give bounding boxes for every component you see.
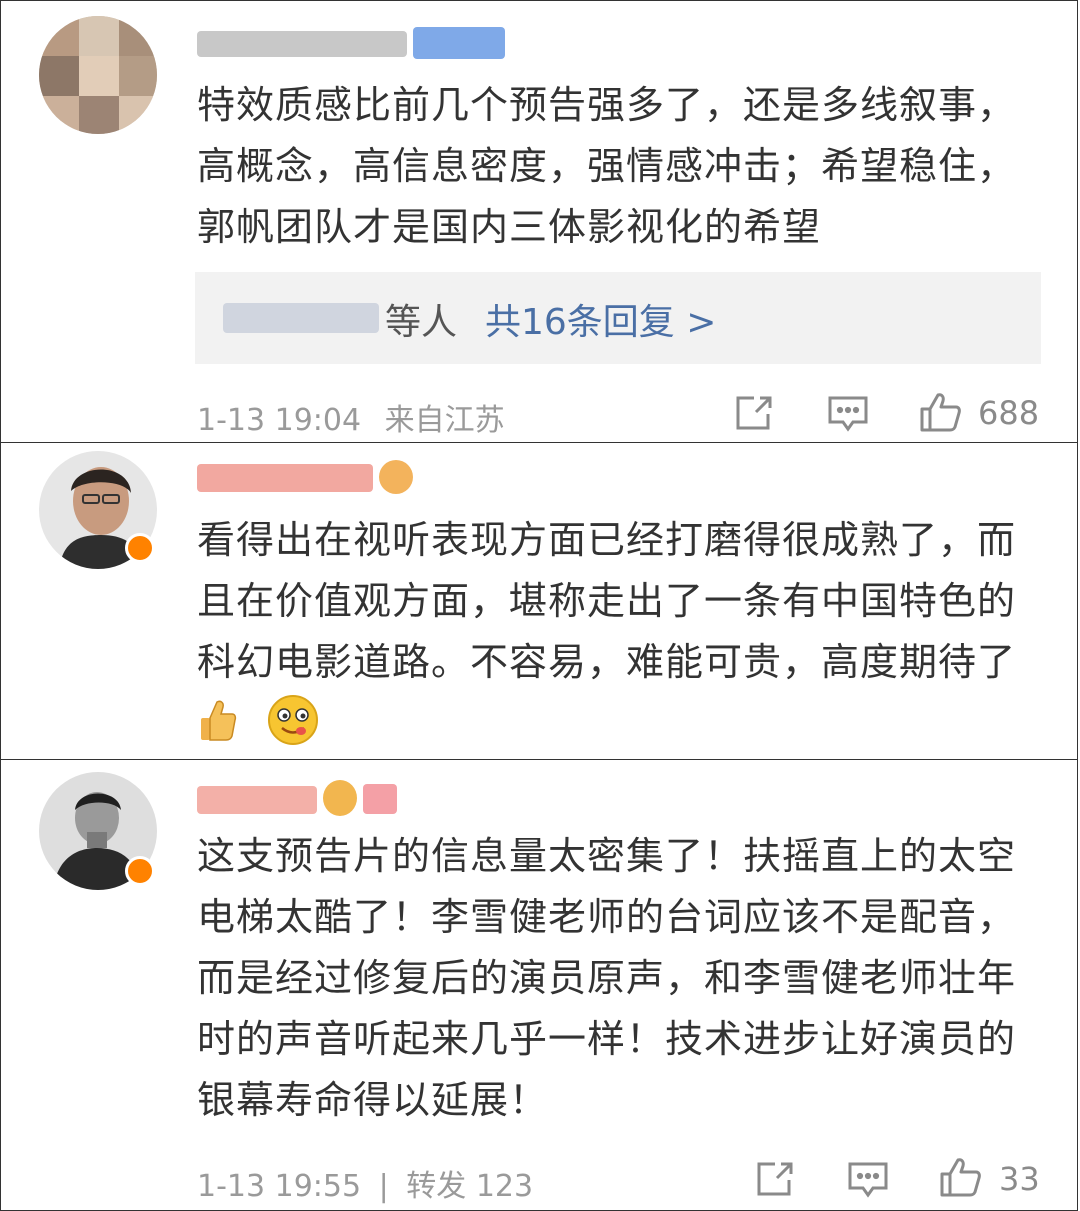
view-replies-link[interactable]: 共16条回复 > (485, 293, 716, 345)
timestamp: 1-13 19:55 (197, 1169, 362, 1204)
thumbs-up-icon[interactable] (939, 1156, 983, 1202)
comment-meta: 1-13 19:55 | 转发 123 (197, 1161, 533, 1205)
comment-card: 特效质感比前几个预告强多了，还是多线叙事，高概念，高信息密度，强情感冲击；希望稳… (0, 0, 1078, 443)
comment-text: 看得出在视听表现方面已经打磨得很成熟了，而且在价值观方面，堪称走出了一条有中国特… (197, 510, 1047, 765)
thumbs-up-icon[interactable] (919, 391, 963, 437)
timestamp: 1-13 19:04 (197, 403, 362, 438)
like-count: 33 (999, 1160, 1040, 1198)
comment-text-content: 看得出在视听表现方面已经打磨得很成熟了，而且在价值观方面，堪称走出了一条有中国特… (197, 518, 1017, 684)
comment-card: 看得出在视听表现方面已经打磨得很成熟了，而且在价值观方面，堪称走出了一条有中国特… (0, 442, 1078, 760)
username-blurred[interactable] (197, 458, 427, 494)
source-label: 来自江苏 (384, 403, 505, 438)
verified-badge-icon (125, 856, 155, 886)
like-count: 688 (978, 394, 1040, 432)
share-icon[interactable] (734, 394, 774, 436)
comment-card: 这支预告片的信息量太密集了！扶摇直上的太空电梯太酷了！李雪健老师的台词应该不是配… (0, 759, 1078, 1211)
comment-meta: 1-13 19:04 来自江苏 (197, 395, 505, 439)
thumbs-up-emoji-icon (197, 696, 239, 762)
drooling-face-emoji-icon (266, 693, 320, 765)
reply-suffix: 等人 (385, 302, 458, 343)
username-blurred[interactable] (197, 25, 507, 61)
comment-icon[interactable] (847, 1160, 889, 1204)
comment-icon[interactable] (827, 394, 869, 438)
comment-text: 特效质感比前几个预告强多了，还是多线叙事，高概念，高信息密度，强情感冲击；希望稳… (197, 83, 1017, 249)
reply-preview[interactable]: 等人 共16条回复 > (195, 272, 1041, 364)
verified-badge-icon (125, 533, 155, 563)
avatar[interactable] (39, 16, 157, 134)
reply-names-blurred (223, 297, 383, 337)
username-blurred[interactable] (197, 778, 417, 816)
comment-text: 这支预告片的信息量太密集了！扶摇直上的太空电梯太酷了！李雪健老师的台词应该不是配… (197, 834, 1017, 1122)
share-icon[interactable] (755, 1160, 795, 1202)
meta-separator: | (378, 1169, 389, 1204)
repost-count[interactable]: 转发 123 (406, 1169, 533, 1204)
